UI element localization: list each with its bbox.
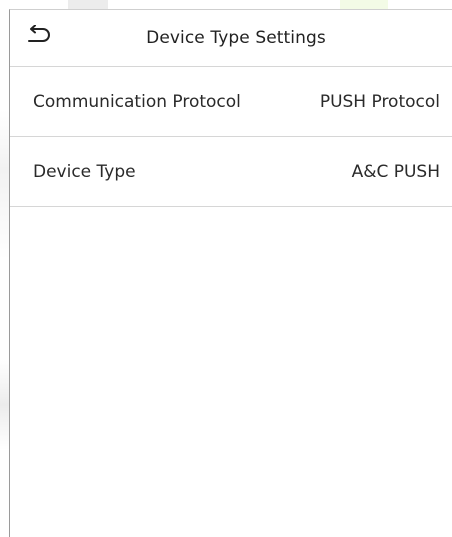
back-arrow-icon — [26, 24, 52, 49]
setting-value: A&C PUSH — [351, 161, 440, 182]
title-bar: Device Type Settings — [10, 10, 452, 67]
background-artifact — [0, 110, 9, 260]
setting-row-communication-protocol[interactable]: Communication Protocol PUSH Protocol — [10, 67, 452, 137]
background-artifact — [0, 360, 9, 450]
page-title: Device Type Settings — [146, 28, 326, 48]
setting-value: PUSH Protocol — [319, 91, 440, 112]
device-type-settings-screen: Device Type Settings Communication Proto… — [9, 9, 452, 537]
setting-label: Communication Protocol — [33, 91, 241, 112]
setting-label: Device Type — [33, 161, 136, 182]
back-button[interactable] — [22, 23, 56, 51]
setting-row-device-type[interactable]: Device Type A&C PUSH — [10, 137, 452, 207]
